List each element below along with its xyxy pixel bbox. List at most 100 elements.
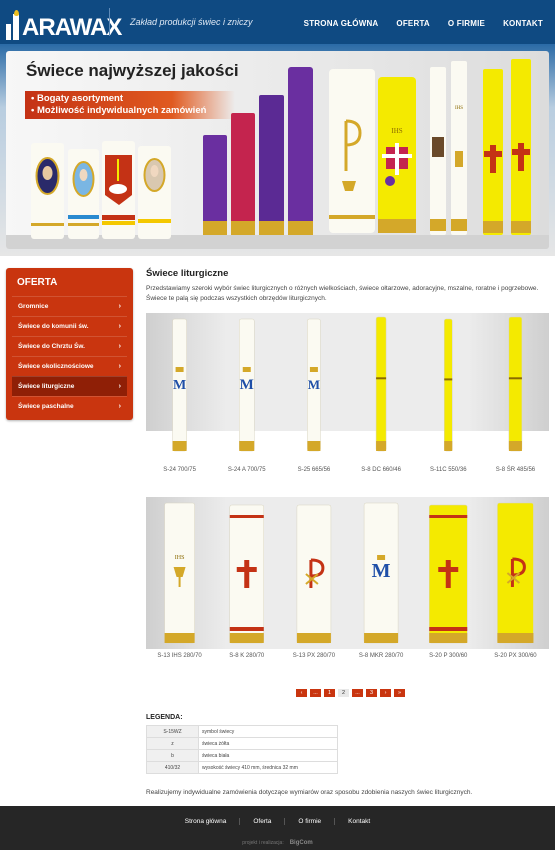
legend-key: b <box>146 749 199 762</box>
chevron-right-icon: › <box>118 343 121 350</box>
candle-gold-base <box>508 441 522 451</box>
nav-home[interactable]: STRONA GŁÓWNA <box>304 19 379 28</box>
nav-about[interactable]: O FIRMIE <box>448 19 485 28</box>
product-code[interactable]: S-8 DC 660/46 <box>348 467 415 473</box>
product-candle[interactable] <box>375 316 387 452</box>
legend-table: S-15WZ symbol świecy z świeca żółta b świeca … <box>146 725 338 774</box>
credits-brand[interactable]: BigCom <box>290 840 313 846</box>
cross-icon <box>445 560 451 588</box>
pagination-button[interactable]: ... <box>352 689 363 697</box>
logo-icon <box>6 10 20 40</box>
product-candle[interactable]: M <box>307 318 321 452</box>
legend-key: 410/32 <box>146 761 199 774</box>
candle-gold-base <box>497 633 534 643</box>
legend-value: świeca żółta <box>198 737 338 750</box>
hero-bullet: • Bogaty asortyment <box>31 93 124 104</box>
product-candle[interactable] <box>497 502 534 644</box>
pagination-button[interactable]: 3 <box>366 689 377 697</box>
sidebar-item-label: Świece do Chrztu Św. <box>18 343 85 350</box>
pagination-button[interactable]: ... <box>310 689 321 697</box>
hero-candle-yellow-ihs: IHS <box>378 77 416 233</box>
footer-nav-about[interactable]: O firmie <box>284 818 334 825</box>
product-code[interactable]: S-8 MKR 280/70 <box>348 653 415 659</box>
candle-band <box>376 377 387 380</box>
legend-row: z świeca żółta <box>146 737 338 750</box>
candle-body <box>444 318 453 452</box>
credits: projekt i realizacja: BigCom <box>0 840 555 846</box>
product-candle[interactable] <box>229 504 264 644</box>
sidebar-item[interactable]: Świece do Chrztu Św. › <box>12 336 127 356</box>
footer-nav-offer[interactable]: Oferta <box>239 818 284 825</box>
header-divider <box>109 8 110 36</box>
hero-candle-thin-1 <box>430 67 446 235</box>
pagination-button[interactable]: 2 <box>338 689 349 697</box>
candle-gold-base <box>307 441 321 451</box>
hero-bullets: • Bogaty asortyment • Możliwość indywidu… <box>25 91 235 119</box>
candle-gold-base <box>364 633 399 643</box>
marian-monogram: M <box>173 378 186 393</box>
hero-candle-purple-2 <box>259 95 284 235</box>
sidebar-item[interactable]: Świece paschalne › <box>12 396 127 416</box>
footer-nav-contact[interactable]: Kontakt <box>334 818 383 825</box>
product-candle[interactable]: M <box>239 318 255 452</box>
product-candle[interactable] <box>508 316 523 452</box>
candle-band <box>508 377 522 380</box>
candle-body <box>375 316 387 452</box>
product-code[interactable]: S-24 A 700/75 <box>213 467 280 473</box>
sidebar-item[interactable]: Świece okolicznościowe › <box>12 356 127 376</box>
hero-banner: IHS IHS Świece najwyższej jakości • Boga… <box>6 51 549 249</box>
legend-value: wysokość świecy 410 mm, średnica 32 mm <box>198 761 338 774</box>
crown-icon <box>377 555 386 560</box>
marian-monogram: M <box>372 560 391 582</box>
credits-label: projekt i realizacja: <box>242 840 284 846</box>
hero-candle-lamb <box>102 141 135 239</box>
candle-gold-base <box>172 441 187 451</box>
footer-nav-home[interactable]: Strona główna <box>172 818 240 825</box>
pagination-button[interactable]: 1 <box>324 689 335 697</box>
product-code[interactable]: S-13 IHS 280/70 <box>146 653 213 659</box>
product-code[interactable]: S-25 665/56 <box>280 467 347 473</box>
candle-gold-base <box>239 441 255 451</box>
chevron-right-icon: › <box>118 303 121 310</box>
ihs-text: IHS <box>175 555 185 561</box>
product-code[interactable]: S-8 ŚR 485/56 <box>482 467 549 473</box>
sidebar-item-label: Świece paschalne <box>18 403 74 410</box>
product-code[interactable]: S-20 PX 300/60 <box>482 653 549 659</box>
product-candle[interactable] <box>444 318 453 452</box>
hero-ihs-text-2: IHS <box>455 106 463 111</box>
product-candle[interactable] <box>296 504 332 644</box>
cross-icon <box>244 560 250 588</box>
candle-body <box>497 502 534 644</box>
pagination-button[interactable]: » <box>394 689 405 697</box>
sidebar-item-label: Gromnice <box>18 303 49 310</box>
product-code[interactable]: S-8 K 280/70 <box>213 653 280 659</box>
legend-title: LEGENDA: <box>146 714 183 721</box>
page-title: Świece liturgiczne <box>146 268 229 279</box>
hero-title: Świece najwyższej jakości <box>26 61 239 80</box>
logo[interactable]: ARAWAX <box>6 8 122 40</box>
marian-monogram: M <box>240 377 254 393</box>
nav-offer[interactable]: OFERTA <box>396 19 430 28</box>
legend-row: b świeca biała <box>146 749 338 762</box>
nav-contact[interactable]: KONTAKT <box>503 19 543 28</box>
product-candle[interactable]: M <box>363 502 399 644</box>
legend-row: 410/32 wysokość świecy 410 mm, średnica 3… <box>146 761 338 774</box>
candle-body <box>508 316 523 452</box>
legend-row: S-15WZ symbol świecy <box>146 725 338 738</box>
hero-candle-mary <box>68 149 99 239</box>
product-code[interactable]: S-24 700/75 <box>146 467 213 473</box>
pagination-button[interactable]: › <box>380 689 391 697</box>
product-code[interactable]: S-20 P 300/60 <box>415 653 482 659</box>
product-code[interactable]: S-11C 550/36 <box>415 467 482 473</box>
sidebar-item[interactable]: Świece do komunii św. › <box>12 316 127 336</box>
hero-candle-yellow-cross-1 <box>483 69 503 235</box>
crown-icon <box>242 367 251 372</box>
pagination-button[interactable]: ‹ <box>296 689 307 697</box>
product-candle[interactable]: M <box>172 318 187 452</box>
product-candle[interactable] <box>429 504 468 644</box>
sidebar-item[interactable]: Świece liturgiczne › <box>12 376 127 396</box>
chevron-right-icon: › <box>118 383 121 390</box>
sidebar-item[interactable]: Gromnice › <box>12 296 127 316</box>
product-code[interactable]: S-13 PX 280/70 <box>280 653 347 659</box>
product-candle[interactable]: IHS <box>164 502 195 644</box>
